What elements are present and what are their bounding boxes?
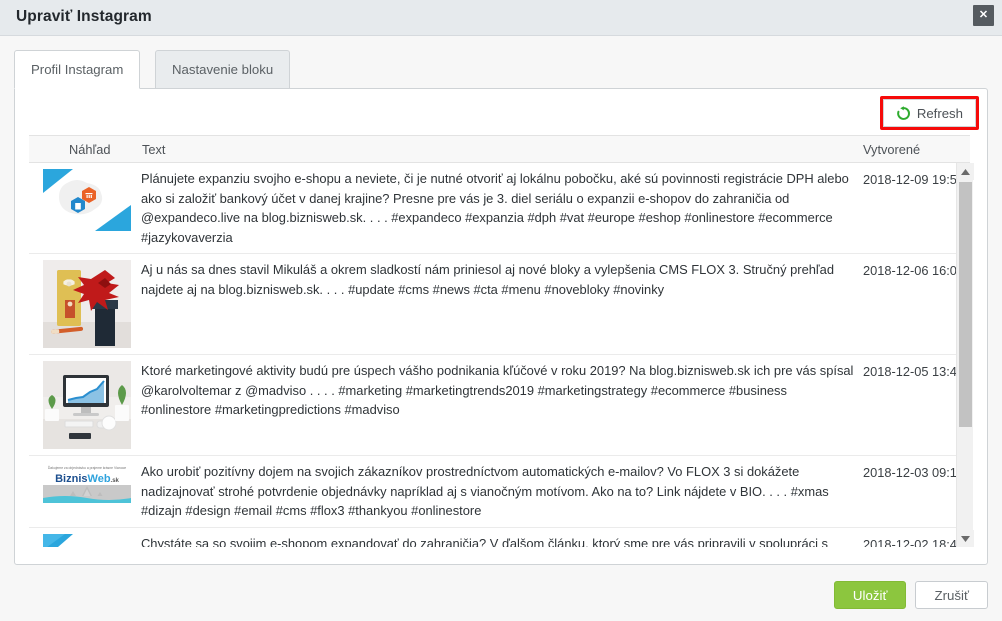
tab-panel: Refresh Náhľad Text Vytvorené Plánujete …	[14, 88, 988, 565]
biznisweb-email-banner-thumbnail: Ďakujeme za objednávku a prajeme krásne …	[43, 462, 141, 506]
table-row[interactable]: Ktoré marketingové aktivity budú pre úsp…	[29, 355, 970, 456]
refresh-rotate-icon	[896, 105, 911, 121]
refresh-button[interactable]: Refresh	[882, 99, 976, 127]
column-header-text: Text	[142, 141, 166, 157]
created-date: 2018-12-05 13:4	[863, 364, 957, 379]
post-text: Aj u nás sa dnes stavil Mikuláš a okrem …	[141, 262, 835, 297]
thumbnail-cell	[29, 361, 141, 449]
table-row[interactable]: Aj u nás sa dnes stavil Mikuláš a okrem …	[29, 254, 970, 355]
post-text: Plánujete expanziu svojho e-shopu a nevi…	[141, 171, 849, 245]
blue-hexagons-expansion-thumbnail	[43, 533, 141, 547]
table-row[interactable]: Ďakujeme za objednávku a prajeme krásne …	[29, 456, 970, 528]
scroll-down-arrow-icon[interactable]	[957, 530, 974, 547]
created-date: 2018-12-09 19:5	[863, 172, 957, 187]
tab-label: Profil Instagram	[31, 62, 124, 77]
post-text: Ako urobiť pozitívny dojem na svojich zá…	[141, 464, 829, 518]
created-date: 2018-12-02 18:4	[863, 536, 957, 548]
thumbnail-cell: Ďakujeme za objednávku a prajeme krásne …	[29, 462, 141, 521]
created-date: 2018-12-06 16:0	[863, 263, 957, 278]
christmas-gift-poinsettia-thumbnail	[43, 260, 141, 348]
created-date: 2018-12-03 09:1	[863, 465, 957, 480]
tab-bar: Profil Instagram Nastavenie bloku	[14, 50, 988, 89]
save-button[interactable]: Uložiť	[833, 581, 907, 609]
toolbar: Refresh	[879, 96, 979, 130]
tabs-container: Profil Instagram Nastavenie bloku Refres…	[14, 50, 988, 565]
modal-footer: Uložiť Zrušiť	[833, 581, 988, 609]
page-title: Upraviť Instagram	[16, 8, 152, 25]
modal-header: Upraviť Instagram ✕	[0, 0, 1002, 36]
thumbnail-cell	[29, 533, 141, 547]
post-text-cell: Chystáte sa so svojim e-shopom expandova…	[141, 534, 863, 548]
thumbnail-cell	[29, 169, 141, 247]
post-text-cell: Aj u nás sa dnes stavil Mikuláš a okrem …	[141, 260, 863, 348]
tab-label: Nastavenie bloku	[172, 62, 274, 77]
scroll-up-arrow-icon[interactable]	[957, 163, 974, 180]
tab-nastavenie-bloku[interactable]: Nastavenie bloku	[155, 50, 291, 89]
refresh-highlight-box: Refresh	[879, 96, 979, 130]
svg-text:Ďakujeme za objednávku a praje: Ďakujeme za objednávku a prajeme krásne …	[48, 465, 126, 470]
tab-profil-instagram[interactable]: Profil Instagram	[14, 50, 141, 89]
post-text: Ktoré marketingové aktivity budú pre úsp…	[141, 363, 854, 417]
svg-text:BiznisWeb.sk: BiznisWeb.sk	[55, 473, 119, 485]
scrollbar-thumb[interactable]	[959, 182, 972, 427]
vertical-scrollbar[interactable]	[956, 163, 974, 547]
post-text-cell: Ktoré marketingové aktivity budú pre úsp…	[141, 361, 863, 449]
europe-map-hexagons-thumbnail	[43, 169, 141, 231]
table-header-row: Náhľad Text Vytvorené	[29, 135, 970, 163]
table-row[interactable]: Plánujete expanziu svojho e-shopu a nevi…	[29, 163, 970, 254]
column-header-nahlad: Náhľad	[69, 141, 111, 157]
cancel-button[interactable]: Zrušiť	[915, 581, 988, 609]
posts-table: Náhľad Text Vytvorené Plánujete expanziu…	[29, 135, 970, 547]
table-row[interactable]: Chystáte sa so svojim e-shopom expandova…	[29, 528, 970, 548]
post-text-cell: Ako urobiť pozitívny dojem na svojich zá…	[141, 462, 863, 521]
post-text-cell: Plánujete expanziu svojho e-shopu a nevi…	[141, 169, 863, 247]
refresh-label: Refresh	[916, 105, 963, 121]
imac-desk-analytics-thumbnail	[43, 361, 141, 449]
thumbnail-cell	[29, 260, 141, 348]
post-text: Chystáte sa so svojim e-shopom expandova…	[141, 535, 828, 548]
close-icon[interactable]: ✕	[973, 5, 994, 26]
column-header-vytvorene: Vytvorené	[863, 141, 921, 157]
